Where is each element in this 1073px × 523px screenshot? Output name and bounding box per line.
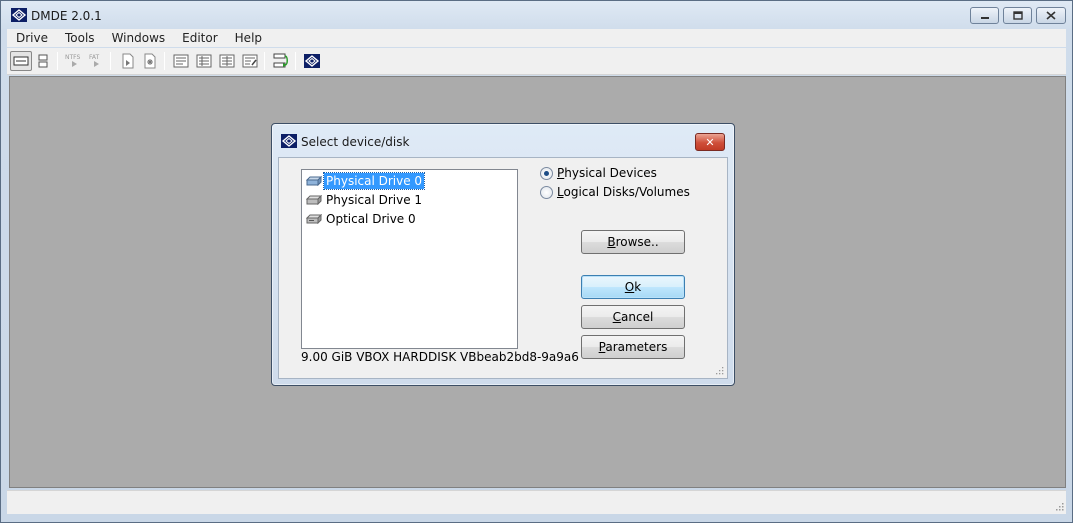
dialog-title: Select device/disk: [301, 135, 410, 149]
svg-text:FAT: FAT: [89, 54, 100, 61]
toolbar-separator: [110, 52, 111, 70]
dmde-logo-icon: [11, 8, 27, 22]
partition-mode-button[interactable]: [32, 51, 54, 71]
toolbar-separator: [295, 52, 296, 70]
select-device-dialog: Select device/disk ✕ Physical Drive 0 Ph…: [271, 123, 735, 386]
device-label: Physical Drive 0: [322, 171, 426, 190]
browse-label: Browse..: [607, 235, 659, 249]
ok-button[interactable]: Ok: [581, 275, 685, 299]
resize-grip-icon[interactable]: [715, 366, 724, 375]
drive-mode-button[interactable]: [10, 51, 32, 71]
toolbar-separator: [57, 52, 58, 70]
ntfs-button[interactable]: NTFS: [63, 51, 85, 71]
dialog-body: Physical Drive 0 Physical Drive 1 Optica…: [278, 157, 728, 379]
toolbar-separator: [164, 52, 165, 70]
menu-windows[interactable]: Windows: [103, 31, 174, 45]
ntfs-icon: NTFS: [65, 54, 80, 67]
menu-bar: Drive Tools Windows Editor Help: [7, 29, 1066, 47]
hard-drive-icon: [306, 194, 322, 205]
dmde-logo-icon: [304, 54, 320, 68]
list-item[interactable]: Optical Drive 0: [306, 210, 418, 227]
dmde-logo-button[interactable]: [301, 51, 323, 71]
edit-view-icon: [242, 54, 258, 68]
fat-button[interactable]: FAT: [85, 51, 107, 71]
hard-drive-icon: [306, 175, 322, 186]
details-view-button[interactable]: [193, 51, 215, 71]
logical-disks-label: Logical Disks/Volumes: [557, 185, 690, 199]
open-file-button[interactable]: [117, 51, 139, 71]
resize-grip-icon[interactable]: [1054, 501, 1064, 511]
close-icon: ✕: [705, 135, 715, 149]
details-view-icon: [196, 54, 212, 68]
device-label: Optical Drive 0: [326, 211, 416, 226]
optical-drive-icon: [306, 213, 322, 224]
minimize-button[interactable]: [970, 7, 999, 24]
radio-indicator: [540, 185, 553, 199]
dmde-logo-icon: [281, 134, 297, 148]
logical-disks-radio[interactable]: Logical Disks/Volumes: [540, 185, 690, 199]
maximize-icon: [1012, 11, 1023, 20]
maximize-button[interactable]: [1003, 7, 1032, 24]
fat-icon: FAT: [89, 54, 100, 67]
list-item[interactable]: Physical Drive 0: [306, 171, 426, 190]
physical-devices-label: Physical Devices: [557, 166, 657, 180]
svg-text:NTFS: NTFS: [65, 54, 80, 61]
drive-mode-icon: [13, 56, 29, 66]
menu-drive[interactable]: Drive: [7, 31, 56, 45]
open-file-icon: [122, 53, 134, 69]
table-view-icon: [219, 54, 235, 68]
go-icon: [273, 53, 288, 68]
menu-editor[interactable]: Editor: [173, 31, 226, 45]
browse-button[interactable]: Browse..: [581, 230, 685, 254]
disk-info-label: 9.00 GiB VBOX HARDDISK VBbeab2bd8-9a9a6: [301, 350, 579, 364]
device-list[interactable]: Physical Drive 0 Physical Drive 1 Optica…: [301, 169, 518, 349]
cancel-button[interactable]: Cancel: [581, 305, 685, 329]
toolbar: NTFS FAT: [7, 48, 1066, 75]
new-file-button[interactable]: [139, 51, 161, 71]
dialog-close-button[interactable]: ✕: [695, 133, 725, 151]
ok-label: Ok: [624, 280, 642, 294]
parameters-label: Parameters: [598, 340, 668, 354]
partition-mode-icon: [38, 54, 48, 68]
toolbar-separator: [264, 52, 265, 70]
close-icon: [1046, 11, 1056, 20]
list-item[interactable]: Physical Drive 1: [306, 191, 424, 208]
caption-buttons: [970, 7, 1066, 24]
minimize-icon: [980, 16, 989, 19]
table-view-button[interactable]: [216, 51, 238, 71]
menu-help[interactable]: Help: [226, 31, 270, 45]
title-bar[interactable]: DMDE 2.0.1: [1, 1, 1072, 28]
new-file-icon: [144, 53, 156, 69]
physical-devices-radio[interactable]: Physical Devices: [540, 166, 657, 180]
list-view-button[interactable]: [170, 51, 192, 71]
status-bar: [7, 490, 1066, 514]
cancel-label: Cancel: [612, 310, 654, 324]
radio-indicator: [540, 166, 553, 180]
go-button[interactable]: [270, 51, 292, 71]
window-title: DMDE 2.0.1: [31, 9, 102, 23]
edit-view-button[interactable]: [239, 51, 261, 71]
close-button[interactable]: [1036, 7, 1066, 24]
list-view-icon: [173, 54, 189, 68]
device-label: Physical Drive 1: [326, 192, 423, 207]
parameters-button[interactable]: Parameters: [581, 335, 685, 359]
menu-tools[interactable]: Tools: [56, 31, 103, 45]
